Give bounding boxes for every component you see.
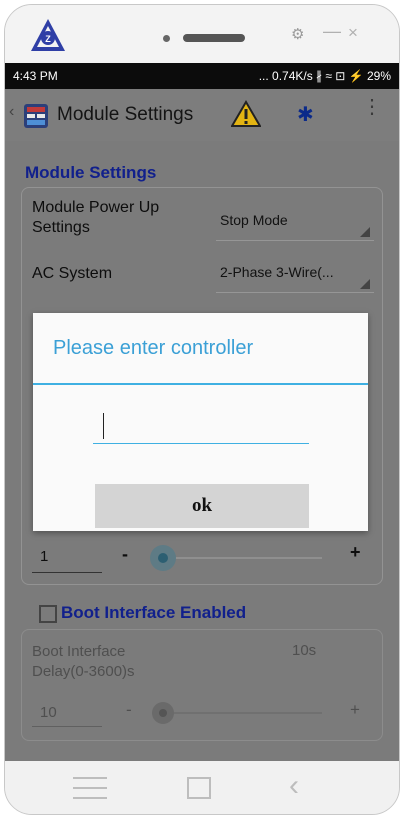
ok-button[interactable]: ok — [95, 484, 309, 528]
boot-delay-increment-button[interactable]: + — [350, 700, 360, 720]
warning-icon[interactable] — [231, 100, 261, 128]
power-up-label: Module Power Up Settings — [32, 199, 160, 236]
boot-delay-label: Boot Interface Delay(0-3600)s — [32, 643, 135, 680]
svg-text:Z: Z — [45, 34, 51, 44]
boot-delay-current: 10s — [292, 642, 317, 659]
boot-delay-field[interactable]: 10 — [32, 702, 102, 727]
ac-system-value: 2-Phase 3-Wire(... — [220, 264, 334, 280]
slider-track[interactable] — [152, 557, 322, 559]
controller-dialog: Please enter controller ok — [33, 313, 368, 531]
ac-system-label: AC System — [32, 265, 113, 282]
boot-delay-decrement-button[interactable]: - — [126, 700, 132, 720]
decrement-button[interactable]: - — [122, 544, 128, 565]
dialog-divider — [33, 383, 368, 385]
speaker-grille — [183, 34, 245, 42]
slider-thumb[interactable] — [150, 545, 176, 571]
boot-delay-slider-thumb[interactable] — [152, 702, 174, 724]
status-indicators: ... 0.74K/s ∦ ≈ ⊡ ⚡ 29% — [258, 69, 391, 83]
controller-input[interactable] — [93, 413, 309, 444]
system-nav-bar: ‹ — [5, 761, 399, 814]
bluetooth-icon[interactable]: ✱ — [297, 102, 314, 127]
camera-dot — [163, 35, 170, 42]
dropdown-arrow-icon — [360, 227, 370, 237]
module-app-icon — [24, 104, 48, 128]
quantity-value: 1 — [40, 548, 49, 565]
boot-interface-label[interactable]: Boot Interface Enabled — [61, 603, 246, 623]
power-up-value: Stop Mode — [220, 212, 288, 228]
boot-delay-card: Boot Interface Delay(0-3600)s 10s 10 - + — [21, 629, 383, 741]
boot-delay-value: 10 — [40, 704, 57, 721]
ac-system-select[interactable]: 2-Phase 3-Wire(... — [216, 256, 374, 293]
increment-button[interactable]: + — [350, 542, 361, 563]
section-title: Module Settings — [25, 163, 157, 182]
status-time: 4:43 PM — [13, 69, 58, 83]
home-square-icon[interactable] — [187, 777, 211, 799]
back-arrow-icon[interactable]: ‹ — [9, 103, 14, 121]
status-bar: 4:43 PM ... 0.74K/s ∦ ≈ ⊡ ⚡ 29% — [5, 63, 399, 89]
quantity-field[interactable]: 1 — [32, 542, 102, 573]
menu-icon[interactable] — [73, 777, 107, 799]
ok-button-label: ok — [191, 495, 213, 516]
app-logo-icon: Z — [31, 19, 65, 51]
gear-icon[interactable]: ⚙ — [291, 25, 304, 43]
back-chevron-icon[interactable]: ‹ — [289, 769, 299, 803]
page-title: Module Settings — [57, 104, 194, 125]
dropdown-arrow-icon — [360, 279, 370, 289]
close-button[interactable]: × — [348, 23, 358, 43]
boot-interface-checkbox[interactable] — [39, 605, 57, 623]
more-options-icon[interactable]: ⋮ — [362, 97, 382, 117]
window-titlebar: Z ⚙ — × — [5, 5, 399, 63]
minimize-button[interactable]: — — [323, 21, 341, 42]
dialog-title: Please enter controller — [53, 337, 254, 359]
text-caret — [103, 413, 104, 439]
app-bar: ‹ Module Settings ✱ ⋮ — [5, 89, 399, 141]
power-up-select[interactable]: Stop Mode — [216, 204, 374, 241]
boot-delay-slider-track[interactable] — [152, 712, 322, 714]
